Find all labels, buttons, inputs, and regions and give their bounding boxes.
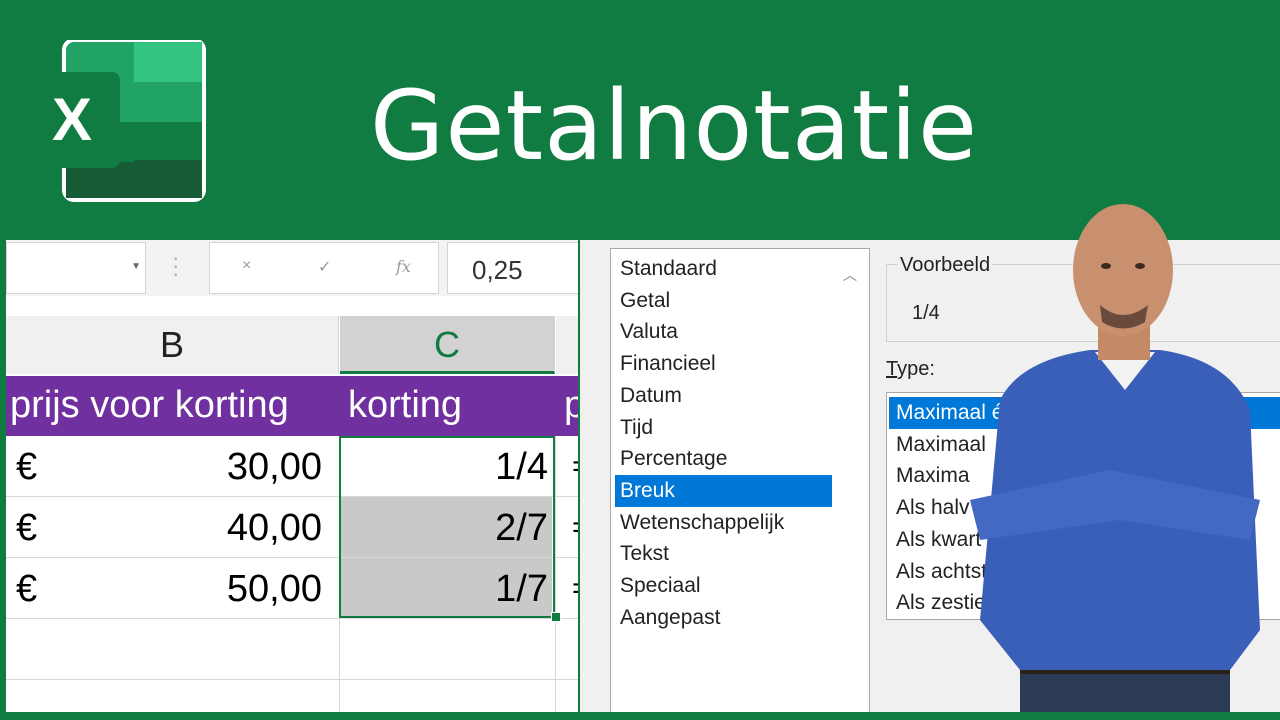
grid-line [555, 436, 556, 712]
excel-sheet: ▼ · · · × ✓ fx 0,25 B C prijs voor korting… [6, 240, 578, 712]
eq-cell[interactable]: = [572, 450, 578, 484]
fill-handle[interactable] [551, 612, 561, 622]
fx-icon[interactable]: fx [396, 257, 411, 276]
formula-input[interactable]: 0,25 [447, 242, 578, 294]
category-item[interactable]: Financieel [615, 348, 832, 380]
type-label-accel: T [886, 358, 898, 380]
category-item[interactable]: Datum [615, 380, 832, 412]
column-header-b[interactable]: B [6, 316, 339, 374]
type-label: Type: [886, 358, 935, 381]
category-item[interactable]: Breuk [615, 474, 832, 507]
header-row: prijs voor korting korting p [6, 376, 578, 436]
preview-value: 1/4 [912, 302, 940, 324]
category-item[interactable]: Tekst [615, 538, 832, 570]
category-item[interactable]: Standaard [615, 253, 832, 285]
enter-icon[interactable]: ✓ [318, 257, 331, 277]
logo-letter: X [52, 86, 92, 153]
bottom-border [0, 712, 1280, 720]
header-korting[interactable]: korting [348, 384, 462, 427]
formula-value: 0,25 [472, 255, 523, 285]
category-item[interactable]: Tijd [615, 412, 832, 444]
drag-handle-icon[interactable]: · · · [172, 247, 179, 285]
presenter-image [970, 204, 1260, 720]
formula-bar: ▼ · · · × ✓ fx 0,25 [6, 240, 578, 296]
category-item[interactable]: Percentage [615, 443, 832, 475]
category-item[interactable]: Wetenschappelijk [615, 507, 832, 539]
header-next[interactable]: p [564, 384, 578, 427]
cancel-icon[interactable]: × [242, 257, 251, 275]
amount-cell[interactable]: 40,00 [186, 507, 322, 550]
eq-cell[interactable]: = [572, 511, 578, 545]
category-item[interactable]: Aangepast [615, 602, 832, 634]
eq-cell[interactable]: = [572, 572, 578, 606]
header-prijs[interactable]: prijs voor korting [10, 384, 289, 427]
currency-cell[interactable]: € [16, 507, 37, 550]
currency-cell[interactable]: € [16, 568, 37, 611]
amount-cell[interactable]: 30,00 [186, 446, 322, 489]
currency-cell[interactable]: € [16, 446, 37, 489]
column-header-c[interactable]: C [340, 316, 555, 374]
category-list[interactable]: ︿ Standaard Getal Valuta Financieel Datum Tij… [610, 248, 870, 712]
scroll-up-icon[interactable]: ︿ [843, 265, 857, 285]
category-item[interactable]: Valuta [615, 316, 832, 348]
column-header-d[interactable] [556, 316, 578, 374]
excel-logo-icon: X [24, 40, 206, 202]
selection-box [339, 436, 555, 618]
type-label-text: ype: [897, 358, 935, 380]
formula-buttons: × ✓ fx [209, 242, 439, 294]
amount-cell[interactable]: 50,00 [186, 568, 322, 611]
category-item[interactable]: Getal [615, 285, 832, 317]
page-title: Getalnotatie [370, 70, 979, 182]
dropdown-icon[interactable]: ▼ [131, 261, 141, 272]
table-row-empty[interactable] [6, 619, 578, 680]
category-item[interactable]: Speciaal [615, 570, 832, 602]
name-box[interactable]: ▼ [6, 242, 146, 294]
